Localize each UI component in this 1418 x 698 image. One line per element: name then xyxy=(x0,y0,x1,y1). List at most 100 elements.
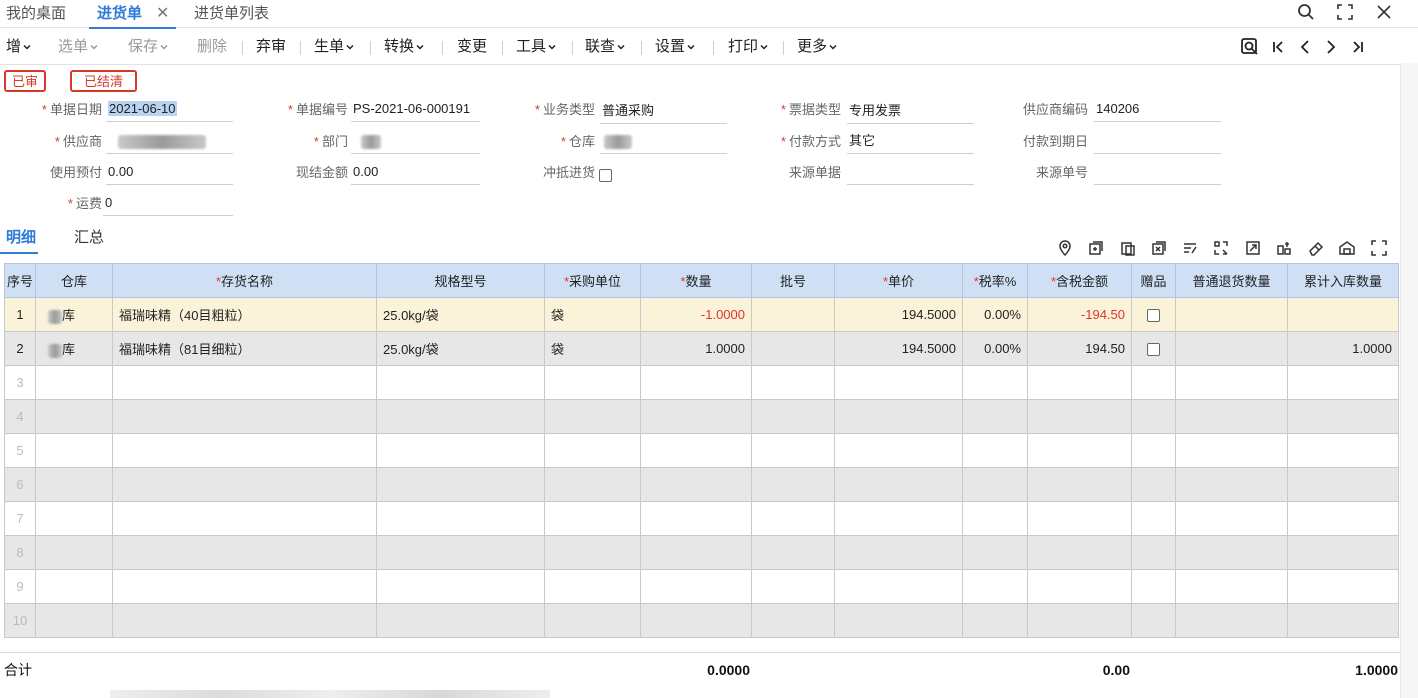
column-header-warehouse[interactable]: 仓库 xyxy=(35,263,113,298)
cell-item-name[interactable]: 福瑞味精（40目粗粒） xyxy=(112,297,377,332)
horizontal-scrollbar[interactable] xyxy=(110,690,550,698)
delete-row-icon[interactable] xyxy=(1149,238,1169,258)
column-header-return-qty[interactable]: 普通退货数量 xyxy=(1175,263,1288,298)
cell-batch[interactable] xyxy=(751,297,835,332)
cell-gift-checkbox[interactable] xyxy=(1131,297,1176,332)
freight-field[interactable]: 0 xyxy=(103,192,233,216)
delete-button[interactable]: 删除 xyxy=(197,29,227,65)
cell-return-qty[interactable] xyxy=(1175,331,1288,366)
location-icon[interactable] xyxy=(1055,238,1075,258)
column-header-batch[interactable]: 批号 xyxy=(751,263,835,298)
supplier-field[interactable] xyxy=(106,130,233,154)
add-button[interactable]: 增 xyxy=(6,29,31,65)
tab-desktop[interactable]: 我的桌面 xyxy=(6,0,66,28)
cell-amount[interactable]: -194.50 xyxy=(1027,297,1132,332)
unapprove-button[interactable]: 弃审 xyxy=(256,29,286,65)
doc-date-field[interactable]: 2021-06-10 xyxy=(106,98,233,122)
more-button[interactable]: 更多 xyxy=(797,29,837,65)
search-icon[interactable] xyxy=(1292,0,1320,24)
copy-row-icon[interactable] xyxy=(1118,238,1138,258)
column-header-item-name[interactable]: *存货名称 xyxy=(112,263,377,298)
expand-icon[interactable] xyxy=(1369,238,1389,258)
last-record-icon[interactable] xyxy=(1346,35,1370,59)
tab-purchase-order[interactable]: 进货单 xyxy=(88,0,177,29)
cell-in-qty[interactable] xyxy=(1287,297,1399,332)
offset-purchase-checkbox[interactable] xyxy=(599,166,612,182)
linked-query-button[interactable]: 联查 xyxy=(585,29,625,65)
scan-icon[interactable] xyxy=(1211,238,1231,258)
prepay-field[interactable]: 0.00 xyxy=(106,161,233,185)
tab-purchase-list[interactable]: 进货单列表 xyxy=(194,0,269,28)
save-button[interactable]: 保存 xyxy=(128,29,168,65)
settings-button[interactable]: 设置 xyxy=(655,29,695,65)
previous-record-icon[interactable] xyxy=(1293,35,1317,59)
column-header-price[interactable]: *单价 xyxy=(834,263,963,298)
cell-price[interactable]: 194.5000 xyxy=(834,297,963,332)
fullscreen-icon[interactable] xyxy=(1331,0,1359,24)
cell-item-name[interactable]: 福瑞味精（81目细粒） xyxy=(112,331,377,366)
cell-warehouse[interactable]: 库 xyxy=(35,297,113,332)
warehouse-field[interactable] xyxy=(600,130,727,154)
cell-tax-rate[interactable]: 0.00% xyxy=(962,297,1028,332)
biz-type-field[interactable]: 普通采购 xyxy=(600,100,727,124)
convert-button[interactable]: 转换 xyxy=(384,29,424,65)
cell-unit[interactable]: 袋 xyxy=(544,331,641,366)
column-header-in-qty[interactable]: 累计入库数量 xyxy=(1287,263,1399,298)
supplier-code-field[interactable]: 140206 xyxy=(1094,98,1221,122)
cell-spec[interactable]: 25.0kg/袋 xyxy=(376,331,545,366)
table-row[interactable]: 7 xyxy=(4,501,1399,536)
column-header-tax-rate[interactable]: *税率% xyxy=(962,263,1028,298)
cell-batch[interactable] xyxy=(751,331,835,366)
column-header-qty[interactable]: *数量 xyxy=(640,263,752,298)
select-doc-button[interactable]: 选单 xyxy=(58,29,98,65)
close-icon[interactable] xyxy=(1370,0,1398,24)
insert-row-icon[interactable] xyxy=(1086,238,1106,258)
tab-summary[interactable]: 汇总 xyxy=(74,228,104,250)
table-row[interactable]: 5 xyxy=(4,433,1399,468)
next-record-icon[interactable] xyxy=(1319,35,1343,59)
warehouse-icon[interactable] xyxy=(1337,238,1357,258)
cell-qty[interactable]: 1.0000 xyxy=(640,331,752,366)
table-row[interactable]: 6 xyxy=(4,467,1399,502)
cell-warehouse[interactable]: 库 xyxy=(35,331,113,366)
split-icon[interactable] xyxy=(1274,238,1294,258)
cell-price[interactable]: 194.5000 xyxy=(834,331,963,366)
source-no-field[interactable] xyxy=(1094,161,1221,185)
column-header-index[interactable]: 序号 xyxy=(4,263,36,298)
table-row[interactable]: 3 xyxy=(4,365,1399,400)
table-row[interactable]: 4 xyxy=(4,399,1399,434)
tab-detail[interactable]: 明细 xyxy=(0,228,39,254)
payment-due-field[interactable] xyxy=(1094,130,1221,154)
cell-qty[interactable]: -1.0000 xyxy=(640,297,752,332)
doc-no-field[interactable]: PS-2021-06-000191 xyxy=(351,98,480,122)
cell-gift-checkbox[interactable] xyxy=(1131,331,1176,366)
find-icon[interactable] xyxy=(1238,35,1262,59)
cell-spec[interactable]: 25.0kg/袋 xyxy=(376,297,545,332)
cell-unit[interactable]: 袋 xyxy=(544,297,641,332)
first-record-icon[interactable] xyxy=(1266,35,1290,59)
table-row[interactable]: 10 xyxy=(4,603,1399,638)
export-icon[interactable] xyxy=(1243,238,1263,258)
column-header-spec[interactable]: 规格型号 xyxy=(376,263,545,298)
column-header-unit[interactable]: *采购单位 xyxy=(544,263,641,298)
eraser-icon[interactable] xyxy=(1306,238,1326,258)
payment-method-field[interactable]: 其它 xyxy=(847,130,974,154)
invoice-type-field[interactable]: 专用发票 xyxy=(847,100,974,124)
print-button[interactable]: 打印 xyxy=(728,29,768,65)
cell-tax-rate[interactable]: 0.00% xyxy=(962,331,1028,366)
cell-return-qty[interactable] xyxy=(1175,297,1288,332)
cell-amount[interactable]: 194.50 xyxy=(1027,331,1132,366)
column-header-gift[interactable]: 赠品 xyxy=(1131,263,1176,298)
source-doc-field[interactable] xyxy=(847,161,974,185)
tab-close-icon[interactable]: ✕ xyxy=(156,0,169,28)
table-row[interactable]: 2 库 福瑞味精（81目细粒） 25.0kg/袋 袋 1.0000 194.50… xyxy=(4,331,1399,366)
cash-amount-field[interactable]: 0.00 xyxy=(351,161,480,185)
batch-edit-icon[interactable] xyxy=(1180,238,1200,258)
table-row[interactable]: 1 库 福瑞味精（40目粗粒） 25.0kg/袋 袋 -1.0000 194.5… xyxy=(4,297,1399,332)
column-header-amount[interactable]: *含税金额 xyxy=(1027,263,1132,298)
department-field[interactable] xyxy=(351,130,480,154)
change-button[interactable]: 变更 xyxy=(457,29,487,65)
table-row[interactable]: 9 xyxy=(4,569,1399,604)
generate-doc-button[interactable]: 生单 xyxy=(314,29,354,65)
cell-in-qty[interactable]: 1.0000 xyxy=(1287,331,1399,366)
